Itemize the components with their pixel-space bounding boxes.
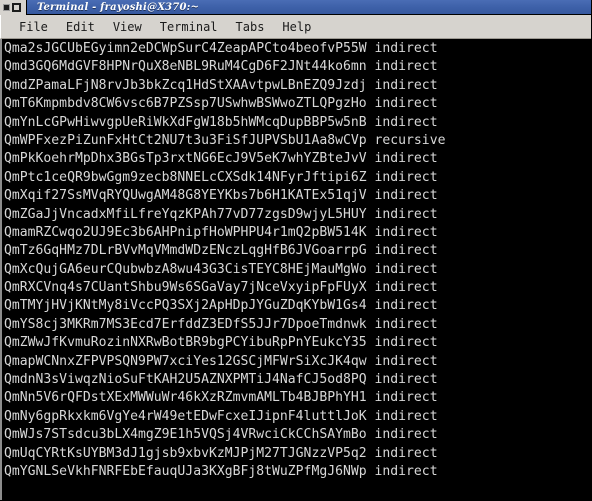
- menu-item-view[interactable]: View: [105, 18, 150, 36]
- terminal-line: Qmd3GQ6MdGVF8HPNrQuX8eNBL9RuM4CgD6F2JNt4…: [4, 59, 438, 75]
- minimize-button[interactable]: [4, 5, 9, 10]
- terminal-line: QmamRZCwqo2UJ9Ec3b6AHPnipfHoWPHPU4r1mQ2p…: [4, 224, 438, 240]
- terminal-window: Terminal - frayoshi@X370:~ File Edit Vie…: [0, 0, 592, 501]
- menu-item-tabs[interactable]: Tabs: [228, 18, 273, 36]
- terminal-line: QmZGaJjVncadxMfiLfreYqzKPAh77vD77zgsD9wj…: [4, 206, 438, 222]
- terminal-line: QmapWCNnxZFPVPSQN9PW7xciYes12GSCjMFWrSiX…: [4, 353, 438, 369]
- terminal-line: Qma2sJGCUbEGyimn2eDCWpSurC4ZeapAPCto4beo…: [4, 41, 438, 56]
- terminal-line: QmWJs7STsdcu3bLX4mgZ9E1h5VQSj4VRwciCkCCh…: [4, 427, 438, 443]
- terminal-line: QmZWwJfKvmuRozinNXRwBotBR9bgPCYibuRpPnYE…: [4, 335, 438, 351]
- terminal-line: QmT6Kmpmbdv8CW6vsc6B7PZSsp7USwhwBSWwoZTL…: [4, 96, 438, 112]
- terminal-line: QmYGNLSeVkhFNRFEbEfauqUJa3KXgBFj8tWuZPfM…: [4, 463, 438, 479]
- terminal-line: QmXqif27SsMVqRYQUwgAM48G8YEYKbs7b6H1KATE…: [4, 188, 438, 204]
- window-controls: [0, 0, 27, 15]
- terminal-line: QmTz6GqHMz7DLrBVvMqVMmdWDzENczLqgHfB6JVG…: [4, 243, 438, 259]
- terminal-line: QmWPFxezPiZunFxHtCt2NU7t3u3FiSfJUPVSbU1A…: [4, 132, 446, 148]
- terminal-line: QmNn5V6rQFDstXExMWWuWr46kXzRZmvmAMLTb4BJ…: [4, 390, 438, 406]
- title-bar[interactable]: Terminal - frayoshi@X370:~: [0, 0, 591, 15]
- terminal-line: QmYnLcGPwHiwvgpUeRiWkXdFgW18b5hWMcqDupBB…: [4, 114, 438, 130]
- terminal-screen[interactable]: Qma2sJGCUbEGyimn2eDCWpSurC4ZeapAPCto4beo…: [0, 39, 591, 500]
- terminal-line: QmPtc1ceQR9bwGgm9zecb8NNELcCXSdk14NFyrJf…: [4, 169, 438, 185]
- menu-bar: File Edit View Terminal Tabs Help: [0, 15, 591, 39]
- window-title: Terminal - frayoshi@X370:~: [37, 1, 200, 13]
- terminal-line: QmYS8cj3MKRm7MS3Ecd7ErfddZ3EDfS5JJr7Dpoe…: [4, 316, 438, 332]
- terminal-line: QmNy6gpRkxkm6VgYe4rW49etEDwFcxeIJipnF4lu…: [4, 408, 438, 424]
- terminal-line: QmUqCYRtKsUYBM3dJ1gjsb9xbvKzMJPjM27TJGNz…: [4, 445, 438, 461]
- terminal-line: QmPkKoehrMpDhx3BGsTp3rxtNG6EcJ9V5eK7whYZ…: [4, 151, 438, 167]
- terminal-line: QmXcQujGA6eurCQubwbzA8wu43G3CisTEYC8HEjM…: [4, 261, 438, 277]
- terminal-line: QmdZPamaLFjN8rvJb3bkZcq1HdStXAAvtpwLBnEZ…: [4, 77, 438, 93]
- menu-item-file[interactable]: File: [11, 18, 56, 36]
- terminal-line: QmRXCVnq4s7CUantShbu9Ws6SGaVay7jNceVxyip…: [4, 280, 438, 296]
- menu-item-edit[interactable]: Edit: [58, 18, 103, 36]
- terminal-line: QmTMYjHVjKNtMy8iVccPQ3SXj2ApHDpJYGuZDqKY…: [4, 298, 438, 314]
- terminal-output: Qma2sJGCUbEGyimn2eDCWpSurC4ZeapAPCto4beo…: [2, 39, 590, 481]
- menu-item-help[interactable]: Help: [274, 18, 319, 36]
- menu-item-terminal[interactable]: Terminal: [152, 18, 226, 36]
- maximize-button[interactable]: [12, 2, 21, 12]
- terminal-line: QmdnN3sViwqzNioSuFtKAH2U5AZNXPMTiJ4NafCJ…: [4, 372, 438, 388]
